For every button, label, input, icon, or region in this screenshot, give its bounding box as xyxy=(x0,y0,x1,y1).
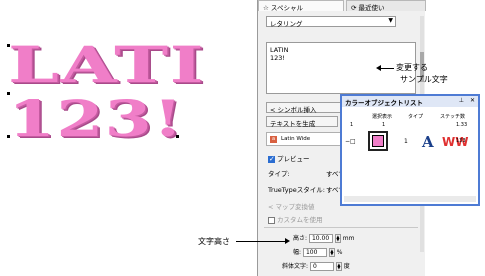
lettering-type-icon: A xyxy=(422,133,434,151)
color-list-header: 選択表示 タイプ ステッチ数 xyxy=(342,112,478,122)
width-unit: % xyxy=(336,249,343,256)
tab-special[interactable]: ☆ スペシャル xyxy=(258,0,344,12)
stitch-count: 133 xyxy=(456,138,466,144)
color-list-subrow: 1 1 1.33 xyxy=(344,122,476,130)
annotation-sample-text: 変更する xyxy=(396,63,428,72)
width-spinner[interactable]: ▲ ▼ xyxy=(328,248,335,257)
color-list-title: カラーオブジェクトリスト xyxy=(345,99,423,107)
design-canvas[interactable]: LATI 123! xyxy=(0,0,250,276)
group-number: 1 xyxy=(382,122,386,128)
auto-convert-row: < マップ変換値 xyxy=(268,201,315,211)
lettering-select-value: レタリング xyxy=(270,20,303,28)
slant-input[interactable]: 0 xyxy=(309,262,334,271)
preview-checkbox[interactable] xyxy=(268,155,275,163)
column-header[interactable]: 選択表示 xyxy=(372,113,392,120)
type-label: タイプ: xyxy=(268,170,290,178)
stitch-count: 1.33 xyxy=(456,122,468,128)
minus-icon[interactable]: −□ xyxy=(345,138,356,145)
embroidery-text-line2[interactable]: 123! xyxy=(8,94,184,144)
chevron-down-icon: ▼ xyxy=(388,17,393,24)
color-list-row[interactable]: −□ 1 A WW 133 xyxy=(344,131,476,154)
custom-row[interactable]: カスタムを使用 xyxy=(268,214,323,224)
lettering-select[interactable]: レタリング ▼ xyxy=(266,16,396,28)
type-row: タイプ: すべて xyxy=(268,168,345,178)
slant-spinner[interactable]: ▲ ▼ xyxy=(335,262,342,271)
height-unit: mm xyxy=(342,235,355,242)
text-line: 123! xyxy=(270,54,286,62)
tab-recent[interactable]: ⟳ 最近使い xyxy=(346,0,426,12)
height-label: 高さ: xyxy=(293,235,308,242)
slant-unit: 度 xyxy=(343,263,350,270)
custom-label: カスタムを使用 xyxy=(277,216,323,224)
row-number: 1 xyxy=(404,138,408,145)
arrow-right-icon xyxy=(285,238,290,244)
width-input[interactable]: 100 xyxy=(302,248,327,257)
annotation-text-height: 文字高さ xyxy=(198,237,230,246)
truetype-label: TrueTypeスタイル: xyxy=(268,186,325,194)
auto-convert-label: マップ変換値 xyxy=(275,203,315,211)
custom-checkbox[interactable] xyxy=(268,216,275,224)
color-list-hscrollbar[interactable] xyxy=(344,196,476,202)
group-number: 1 xyxy=(350,122,354,128)
selection-handle[interactable] xyxy=(7,44,10,47)
truetype-row: TrueTypeスタイル: すべて xyxy=(268,184,345,194)
chevron-left-icon: < xyxy=(270,106,276,114)
selection-handle[interactable] xyxy=(7,135,10,138)
color-list-titlebar[interactable]: カラーオブジェクトリスト ⊥ ✕ xyxy=(342,96,478,107)
divider xyxy=(264,227,418,228)
height-row: 高さ: 10.00 ▲ ▼ mm xyxy=(293,233,355,243)
pin-icon[interactable]: ⊥ xyxy=(459,97,464,104)
insert-symbol-button[interactable]: < シンボル挿入 xyxy=(266,102,344,114)
close-icon[interactable]: ✕ xyxy=(470,97,475,104)
chevron-left-icon: < xyxy=(268,203,274,211)
preview-row[interactable]: プレビュー xyxy=(268,153,310,163)
slant-label: 斜体文字: xyxy=(282,263,309,270)
insert-symbol-label: シンボル挿入 xyxy=(277,106,317,114)
height-input[interactable]: 10.00 xyxy=(308,234,333,243)
font-icon: a xyxy=(270,136,277,143)
selection-handle[interactable] xyxy=(176,135,179,138)
annotation-line xyxy=(236,241,285,242)
font-name: Latin Wide xyxy=(281,136,311,142)
preview-label: プレビュー xyxy=(277,155,310,163)
generate-text-button[interactable]: テキストを生成 xyxy=(266,116,338,128)
annotation-line xyxy=(380,68,394,69)
text-line: LATIN xyxy=(270,46,289,54)
embroidery-text-line1[interactable]: LATI xyxy=(8,40,205,90)
annotation-sample-text: サンプル文字 xyxy=(400,75,448,84)
slant-row: 斜体文字: 0 ▲ ▼ 度 xyxy=(282,261,350,271)
height-spinner[interactable]: ▲ ▼ xyxy=(334,234,341,243)
color-swatch[interactable] xyxy=(372,135,384,147)
color-object-list-window[interactable]: カラーオブジェクトリスト ⊥ ✕ 選択表示 タイプ ステッチ数 1 1 1.33… xyxy=(340,94,480,206)
width-row: 幅: 100 ▲ ▼ % xyxy=(293,247,343,257)
column-header[interactable]: ステッチ数 xyxy=(440,113,465,120)
column-header[interactable]: タイプ xyxy=(408,113,423,120)
arrow-left-icon xyxy=(376,65,381,71)
width-label: 幅: xyxy=(293,249,302,256)
selection-handle[interactable] xyxy=(7,92,10,95)
docker-tabs: ☆ スペシャル ⟳ 最近使い xyxy=(258,0,426,12)
